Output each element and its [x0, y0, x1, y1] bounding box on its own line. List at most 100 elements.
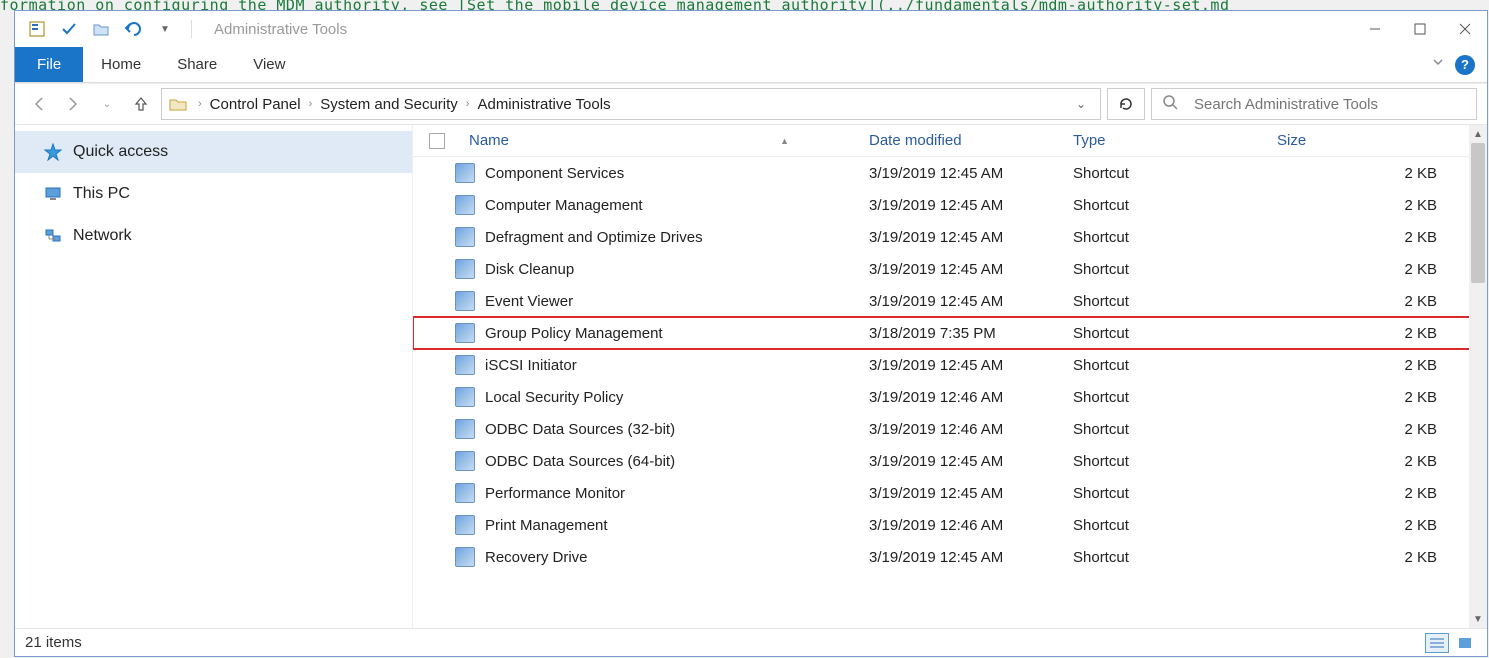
sidebar-item-this-pc[interactable]: This PC — [15, 173, 412, 215]
file-name: Event Viewer — [485, 293, 573, 310]
file-name: Recovery Drive — [485, 549, 588, 566]
file-name: Performance Monitor — [485, 485, 625, 502]
file-size: 2 KB — [1267, 293, 1487, 310]
shortcut-icon — [455, 451, 475, 471]
explorer-window: ▼ Administrative Tools File Home Share V… — [14, 10, 1488, 657]
file-size: 2 KB — [1267, 229, 1487, 246]
breadcrumb-admin-tools[interactable]: Administrative Tools — [473, 96, 614, 113]
file-date: 3/19/2019 12:46 AM — [859, 389, 1063, 406]
properties-icon[interactable] — [23, 17, 51, 41]
shortcut-icon — [455, 419, 475, 439]
search-input[interactable] — [1192, 95, 1466, 114]
file-date: 3/19/2019 12:45 AM — [859, 485, 1063, 502]
navigation-bar: ⌄ › Control Panel › System and Security … — [15, 83, 1487, 125]
file-date: 3/19/2019 12:46 AM — [859, 517, 1063, 534]
sidebar-item-label: Quick access — [73, 143, 168, 161]
select-all-checkbox[interactable] — [429, 133, 445, 149]
thumbnails-view-icon[interactable] — [1453, 633, 1477, 653]
file-row[interactable]: Event Viewer3/19/2019 12:45 AMShortcut2 … — [413, 285, 1487, 317]
details-view-icon[interactable] — [1425, 633, 1449, 653]
sidebar-item-quick-access[interactable]: Quick access — [15, 131, 412, 173]
tab-file[interactable]: File — [15, 47, 83, 82]
file-size: 2 KB — [1267, 389, 1487, 406]
breadcrumb-control-panel[interactable]: Control Panel — [206, 96, 305, 113]
file-type: Shortcut — [1063, 485, 1267, 502]
breadcrumb-separator-icon[interactable]: › — [462, 98, 474, 110]
back-button[interactable] — [25, 90, 53, 118]
breadcrumb-separator-icon[interactable]: › — [305, 98, 317, 110]
file-row[interactable]: Local Security Policy3/19/2019 12:46 AMS… — [413, 381, 1487, 413]
breadcrumb-separator-icon[interactable]: › — [194, 98, 206, 110]
column-headers: Name ▲ Date modified Type Size — [413, 125, 1487, 157]
file-type: Shortcut — [1063, 517, 1267, 534]
refresh-button[interactable] — [1107, 88, 1145, 120]
shortcut-icon — [455, 355, 475, 375]
file-date: 3/19/2019 12:45 AM — [859, 229, 1063, 246]
file-row[interactable]: Defragment and Optimize Drives 3/19/2019 … — [413, 221, 1487, 253]
file-date: 3/19/2019 12:45 AM — [859, 293, 1063, 310]
file-type: Shortcut — [1063, 197, 1267, 214]
help-icon[interactable]: ? — [1455, 55, 1475, 75]
file-row[interactable]: iSCSI Initiator3/19/2019 12:45 AMShortcu… — [413, 349, 1487, 381]
breadcrumb-system-security[interactable]: System and Security — [316, 96, 462, 113]
file-row[interactable]: Disk Cleanup3/19/2019 12:45 AMShortcut2 … — [413, 253, 1487, 285]
window-controls — [1352, 14, 1487, 44]
window-title: Administrative Tools — [214, 21, 347, 38]
recent-locations-icon[interactable]: ⌄ — [93, 90, 121, 118]
folder-icon — [168, 94, 188, 114]
tab-home[interactable]: Home — [83, 47, 159, 82]
shortcut-icon — [455, 291, 475, 311]
tab-share[interactable]: Share — [159, 47, 235, 82]
minimize-button[interactable] — [1352, 14, 1397, 44]
search-box[interactable] — [1151, 88, 1477, 120]
view-toggle — [1425, 633, 1477, 653]
file-row[interactable]: Recovery Drive3/19/2019 12:45 AMShortcut… — [413, 541, 1487, 573]
file-row[interactable]: Print Management3/19/2019 12:46 AMShortc… — [413, 509, 1487, 541]
column-header-type[interactable]: Type — [1063, 132, 1267, 149]
file-row[interactable]: ODBC Data Sources (64-bit)3/19/2019 12:4… — [413, 445, 1487, 477]
address-bar[interactable]: › Control Panel › System and Security › … — [161, 88, 1101, 120]
file-type: Shortcut — [1063, 549, 1267, 566]
address-dropdown-icon[interactable]: ⌄ — [1068, 97, 1094, 111]
maximize-button[interactable] — [1397, 14, 1442, 44]
column-header-size[interactable]: Size — [1267, 132, 1487, 149]
file-size: 2 KB — [1267, 453, 1487, 470]
shortcut-icon — [455, 163, 475, 183]
file-row[interactable]: Computer Management3/19/2019 12:45 AMSho… — [413, 189, 1487, 221]
shortcut-icon — [455, 195, 475, 215]
file-name: Local Security Policy — [485, 389, 623, 406]
file-name: Component Services — [485, 165, 624, 182]
sidebar-item-label: Network — [73, 227, 132, 245]
file-row[interactable]: Component Services3/19/2019 12:45 AMShor… — [413, 157, 1487, 189]
search-icon — [1162, 94, 1178, 115]
file-type: Shortcut — [1063, 325, 1267, 342]
ribbon-collapse-icon[interactable] — [1431, 55, 1445, 74]
scroll-up-icon[interactable]: ▲ — [1469, 125, 1487, 143]
up-button[interactable] — [127, 90, 155, 118]
file-size: 2 KB — [1267, 549, 1487, 566]
file-name: Computer Management — [485, 197, 643, 214]
file-row[interactable]: Performance Monitor 3/19/2019 12:45 AMSho… — [413, 477, 1487, 509]
scroll-down-icon[interactable]: ▼ — [1469, 610, 1487, 628]
file-name: Defragment and Optimize Drives — [485, 229, 703, 246]
column-header-name[interactable]: Name ▲ — [413, 132, 859, 149]
undo-icon[interactable] — [119, 17, 147, 41]
forward-button[interactable] — [59, 90, 87, 118]
tab-view[interactable]: View — [235, 47, 303, 82]
file-type: Shortcut — [1063, 357, 1267, 374]
checkmark-icon[interactable] — [55, 17, 83, 41]
column-header-date[interactable]: Date modified — [859, 132, 1063, 149]
file-size: 2 KB — [1267, 421, 1487, 438]
file-type: Shortcut — [1063, 261, 1267, 278]
new-folder-icon[interactable] — [87, 17, 115, 41]
vertical-scrollbar[interactable]: ▲ ▼ — [1469, 125, 1487, 628]
sort-ascending-icon: ▲ — [780, 136, 789, 146]
qat-dropdown-icon[interactable]: ▼ — [151, 17, 179, 41]
file-row[interactable]: Group Policy Management3/18/2019 7:35 PM… — [413, 317, 1487, 349]
file-row[interactable]: ODBC Data Sources (32-bit)3/19/2019 12:4… — [413, 413, 1487, 445]
close-button[interactable] — [1442, 14, 1487, 44]
file-size: 2 KB — [1267, 261, 1487, 278]
sidebar-item-network[interactable]: Network — [15, 215, 412, 257]
file-size: 2 KB — [1267, 165, 1487, 182]
scrollbar-thumb[interactable] — [1471, 143, 1485, 283]
